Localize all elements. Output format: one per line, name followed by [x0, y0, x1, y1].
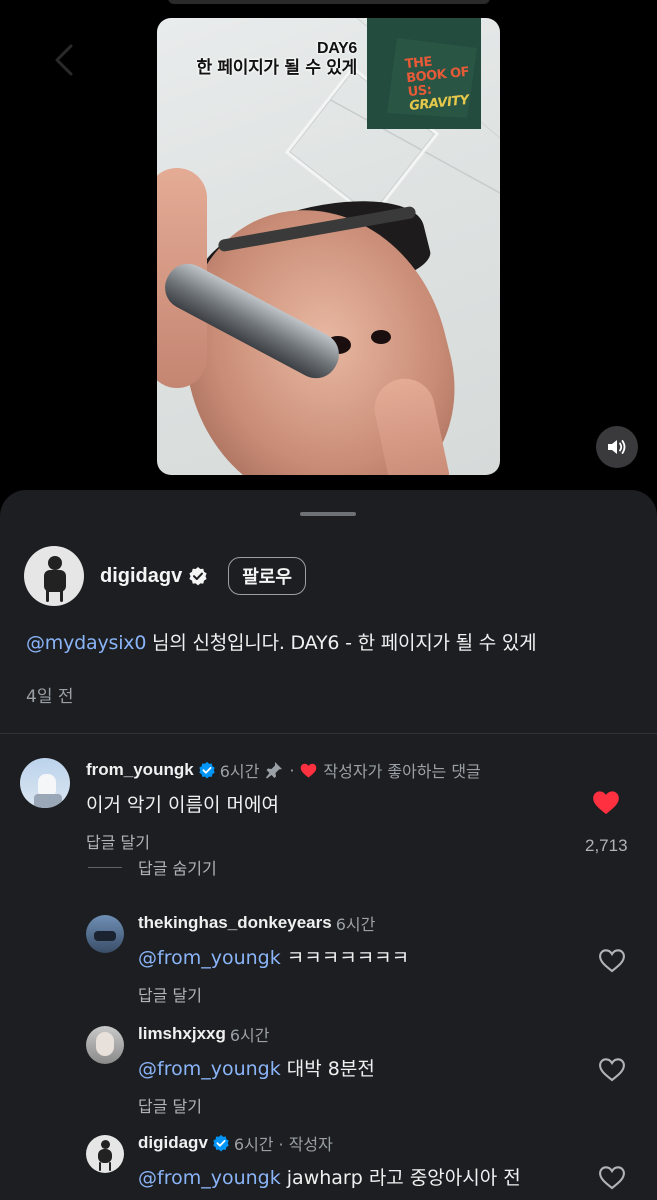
avatar-figure-leg — [109, 1162, 111, 1171]
video-nostril — [371, 330, 391, 344]
comment-username[interactable]: from_youngk — [86, 760, 194, 780]
mention-link[interactable]: @from_youngk — [138, 947, 281, 969]
reply-text: @from_youngk ㅋㅋㅋㅋㅋㅋㅋ — [138, 943, 409, 970]
like-count: 2,713 — [585, 836, 628, 855]
reply-button[interactable]: 답글 달기 — [138, 1093, 375, 1117]
reply-time: 6시간 — [229, 1026, 270, 1045]
reply-button[interactable]: 답글 달기 — [86, 829, 481, 853]
reply-text-content: ㅋㅋㅋㅋㅋㅋㅋ — [280, 947, 410, 969]
caption-song: 한 페이지가 될 수 있게 — [196, 58, 357, 78]
album-title: THE BOOK OF US: GRAVITY — [404, 50, 481, 115]
reply-text-content: jawharp 라고 중앙아시아 전 — [280, 1167, 521, 1189]
reply-like — [598, 948, 626, 978]
post-author-row: digidagv 팔로우 — [24, 546, 306, 606]
avatar-figure — [34, 794, 62, 808]
reply-text-content: 대박 8분전 — [280, 1058, 375, 1080]
pin-icon — [265, 761, 283, 779]
author-tag: · 작성자 — [278, 1135, 333, 1154]
back-button[interactable] — [44, 40, 84, 80]
divider — [0, 733, 657, 734]
avatar[interactable] — [86, 1026, 124, 1064]
reply-text: @from_youngk jawharp 라고 중앙아시아 전 — [138, 1163, 521, 1190]
avatar-figure-leg — [99, 1162, 101, 1171]
post-author-name[interactable]: digidagv — [100, 565, 182, 588]
reply-header: thekinghas_donkeyears 6시간 — [138, 911, 409, 935]
reply-username[interactable]: thekinghas_donkeyears — [138, 913, 332, 933]
reply-like — [598, 1165, 626, 1195]
heart-outline-icon[interactable] — [598, 948, 626, 978]
avatar-figure — [96, 1032, 114, 1056]
hide-replies-button[interactable]: 답글 숨기기 — [88, 855, 217, 879]
sheet-drag-handle[interactable] — [300, 512, 356, 516]
comment-text: 이거 악기 이름이 머에여 — [86, 794, 279, 816]
comments-sheet: digidagv 팔로우 @mydaysix0 님의 신청입니다. DAY6 -… — [0, 490, 657, 1200]
mention-link[interactable]: @from_youngk — [138, 1167, 281, 1189]
post-timestamp: 4일 전 — [26, 687, 74, 707]
avatar-figure — [94, 931, 116, 941]
top-notch — [168, 0, 490, 4]
reply-header: limshxjxxg 6시간 — [138, 1022, 375, 1046]
post-description: @mydaysix0 님의 신청입니다. DAY6 - 한 페이지가 될 수 있… — [26, 628, 537, 655]
comment-header: from_youngk 6시간 · 작성자가 좋아하는 댓글 — [86, 758, 481, 782]
video-caption: DAY6 한 페이지가 될 수 있게 — [157, 40, 357, 78]
reply-like — [598, 1057, 626, 1087]
avatar-figure-head — [101, 1140, 110, 1149]
comment-like: 2,713 — [585, 790, 628, 856]
reply-username[interactable]: limshxjxxg — [138, 1024, 226, 1044]
album-cover: THE BOOK OF US: GRAVITY — [367, 18, 481, 129]
verified-badge-icon — [198, 761, 216, 779]
follow-button[interactable]: 팔로우 — [228, 557, 306, 595]
caption-artist: DAY6 — [316, 40, 357, 57]
avatar[interactable] — [86, 915, 124, 953]
divider — [88, 866, 122, 868]
verified-badge-icon — [188, 566, 208, 586]
reply-button[interactable]: 답글 달기 — [138, 982, 409, 1006]
comment-separator: · — [289, 760, 295, 780]
verified-badge-icon — [212, 1134, 230, 1152]
reply-username[interactable]: digidagv — [138, 1133, 208, 1153]
reply-header: digidagv 6시간 · 작성자 — [138, 1131, 521, 1155]
avatar-figure-head — [48, 556, 62, 570]
avatar-figure-body — [98, 1149, 112, 1163]
reply-time: 6시간 — [335, 915, 376, 934]
avatar-figure-leg — [46, 590, 49, 602]
avatar-figure-leg — [60, 590, 63, 602]
reply-text: @from_youngk 대박 8분전 — [138, 1054, 375, 1081]
post-description-text: 님의 신청입니다. DAY6 - 한 페이지가 될 수 있게 — [146, 632, 537, 654]
speaker-icon — [608, 440, 626, 454]
avatar-figure-body — [44, 570, 66, 592]
creator-liked-label: 작성자가 좋아하는 댓글 — [323, 762, 481, 781]
chevron-left-icon — [55, 44, 73, 76]
avatar[interactable] — [86, 1135, 124, 1173]
avatar[interactable] — [20, 758, 70, 808]
sound-toggle-button[interactable] — [596, 426, 638, 468]
reply-time: 6시간 — [233, 1135, 274, 1154]
avatar[interactable] — [24, 546, 84, 606]
heart-filled-icon — [300, 763, 317, 778]
heart-outline-icon[interactable] — [598, 1165, 626, 1195]
mention-link[interactable]: @mydaysix0 — [26, 632, 146, 654]
mention-link[interactable]: @from_youngk — [138, 1058, 281, 1080]
heart-filled-icon[interactable] — [592, 790, 620, 820]
comment-time: 6시간 — [219, 762, 260, 781]
heart-outline-icon[interactable] — [598, 1057, 626, 1087]
hide-replies-label: 답글 숨기기 — [138, 859, 217, 878]
